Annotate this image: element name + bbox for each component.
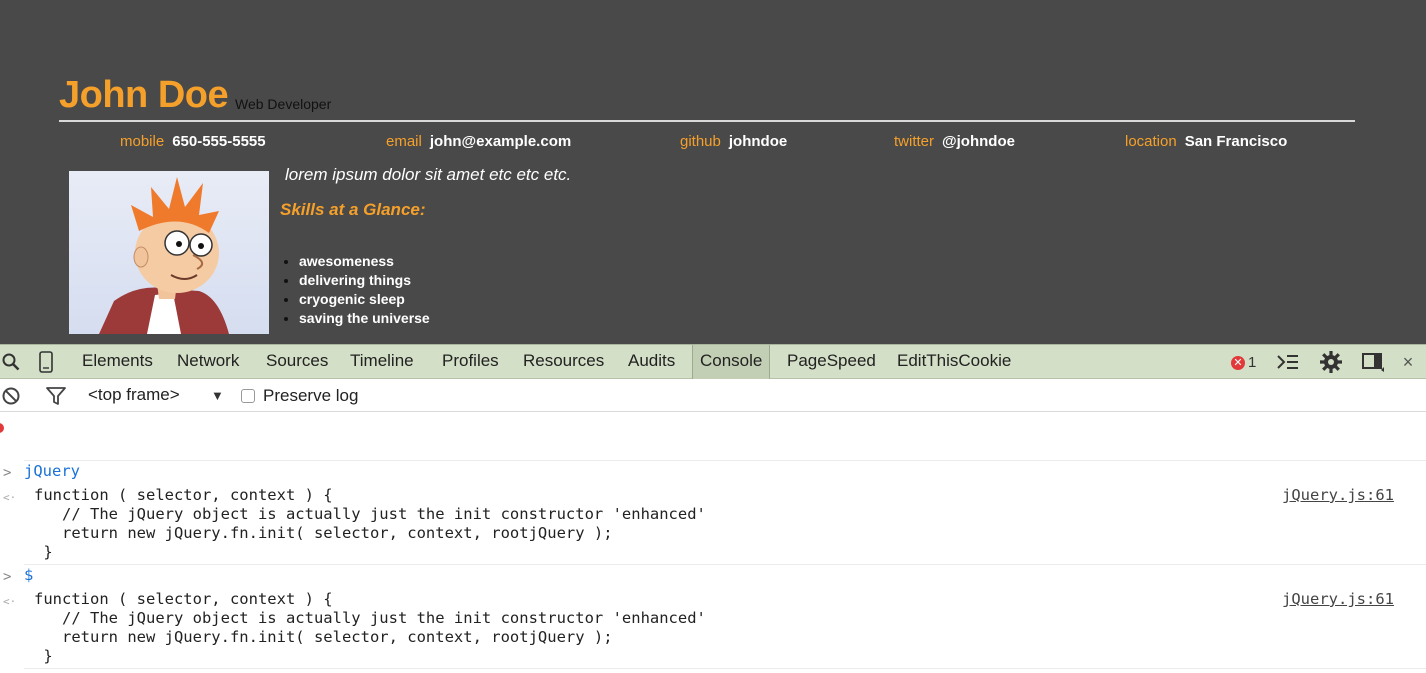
contact-label: mobile: [120, 133, 165, 150]
contact-label: twitter: [894, 133, 935, 150]
contact-label: email: [386, 133, 422, 150]
skill-item: awesomeness: [299, 252, 430, 271]
tab-resources[interactable]: Resources: [516, 345, 611, 379]
show-drawer-icon[interactable]: [1276, 345, 1300, 379]
skill-item: delivering things: [299, 271, 430, 290]
contact-github: github johndoe: [680, 133, 787, 150]
devtools-tab-bar: Elements Network Sources Timeline Profil…: [0, 344, 1426, 379]
contact-label: github: [680, 133, 721, 150]
console-input[interactable]: jQuery: [24, 462, 80, 480]
gear-icon[interactable]: [1318, 345, 1344, 379]
skills-list: awesomeness delivering things cryogenic …: [299, 252, 430, 328]
console-divider: [24, 460, 1426, 461]
console-output[interactable]: > jQuery <· function ( selector, context…: [0, 413, 1426, 673]
tab-network[interactable]: Network: [170, 345, 246, 379]
console-divider: [24, 564, 1426, 565]
console-result: function ( selector, context ) { // The …: [34, 590, 706, 665]
resume-page: John Doe Web Developer mobile 650-555-555…: [0, 0, 1426, 344]
filter-icon[interactable]: [45, 380, 67, 412]
resume-tagline: lorem ipsum dolor sit amet etc etc etc.: [285, 165, 572, 184]
tab-audits[interactable]: Audits: [621, 345, 682, 379]
contact-value: johndoe: [728, 133, 788, 150]
close-icon[interactable]: ×: [1398, 345, 1418, 379]
device-mode-icon[interactable]: [36, 345, 56, 379]
skill-item: cryogenic sleep: [299, 290, 430, 309]
tab-pagespeed[interactable]: PageSpeed: [780, 345, 883, 379]
error-marker: [0, 423, 4, 433]
contact-value: San Francisco: [1184, 133, 1288, 150]
search-icon[interactable]: [0, 345, 22, 379]
error-counter[interactable]: ✕ 1: [1231, 354, 1256, 371]
prompt-icon: >: [3, 569, 12, 585]
console-toolbar: <top frame> ▼ Preserve log: [0, 380, 1426, 412]
contact-email: email john@example.com: [386, 133, 571, 150]
preserve-log-label[interactable]: Preserve log: [263, 386, 358, 406]
error-count: 1: [1248, 354, 1257, 371]
error-icon: ✕: [1231, 355, 1245, 370]
preserve-log-checkbox[interactable]: [241, 389, 255, 403]
contact-twitter: twitter @johndoe: [894, 133, 1015, 150]
source-link[interactable]: jQuery.js:61: [1282, 486, 1394, 504]
tab-editthiscookie[interactable]: EditThisCookie: [890, 345, 1018, 379]
console-input[interactable]: $: [24, 566, 33, 584]
skills-heading: Skills at a Glance:: [280, 200, 426, 219]
dropdown-arrow-icon[interactable]: ▼: [211, 388, 224, 403]
contact-value: 650-555-5555: [172, 133, 266, 150]
prompt-icon: >: [3, 465, 12, 481]
contact-location: location San Francisco: [1125, 133, 1287, 150]
result-arrow-icon: <·: [3, 491, 17, 504]
profile-photo: [69, 171, 269, 334]
clear-console-icon[interactable]: [0, 380, 22, 412]
console-result: function ( selector, context ) { // The …: [34, 486, 706, 561]
resume-name: John Doe: [59, 74, 229, 116]
skill-item: saving the universe: [299, 309, 430, 328]
frame-select[interactable]: <top frame>: [88, 385, 180, 405]
tab-sources[interactable]: Sources: [259, 345, 335, 379]
tab-profiles[interactable]: Profiles: [435, 345, 506, 379]
contact-mobile: mobile 650-555-5555: [120, 133, 266, 150]
contact-value: john@example.com: [429, 133, 572, 150]
source-link[interactable]: jQuery.js:61: [1282, 590, 1394, 608]
contact-value: @johndoe: [942, 133, 1015, 150]
dock-side-icon[interactable]: [1360, 345, 1386, 379]
contact-label: location: [1125, 133, 1177, 150]
console-divider: [24, 668, 1426, 669]
result-arrow-icon: <·: [3, 595, 17, 608]
resume-role: Web Developer: [235, 96, 332, 112]
header-divider: [59, 120, 1355, 122]
tab-console[interactable]: Console: [692, 345, 771, 379]
tab-elements[interactable]: Elements: [75, 345, 160, 379]
tab-timeline[interactable]: Timeline: [343, 345, 421, 379]
